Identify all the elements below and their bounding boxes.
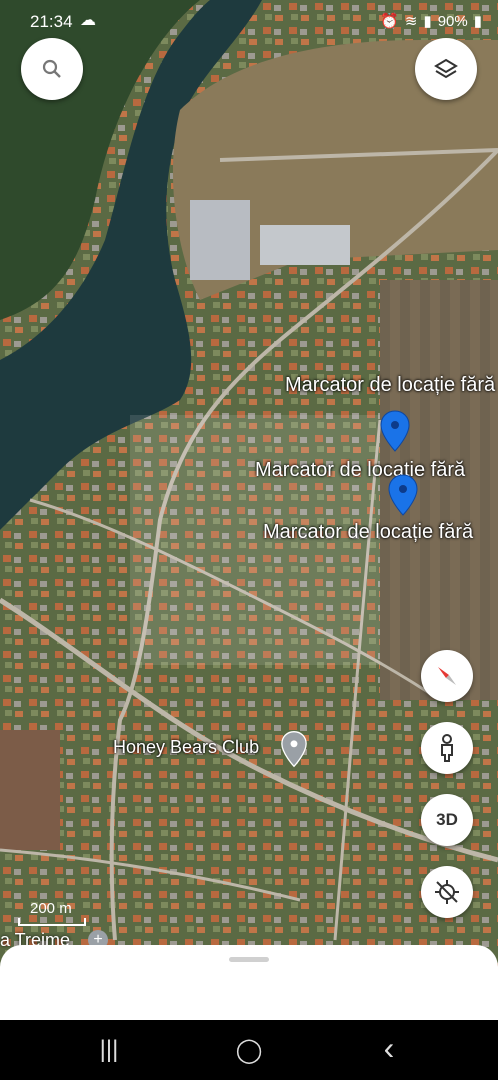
my-location-button[interactable] (421, 866, 473, 918)
home-button[interactable]: ◯ (229, 1036, 269, 1065)
street-view-button[interactable] (421, 722, 473, 774)
3d-view-button[interactable]: 3D (421, 794, 473, 846)
back-button[interactable]: ‹ (369, 1030, 409, 1067)
status-icons: ⏰ ≋ ▮ 90% ▮ (380, 12, 482, 31)
location-off-icon (435, 880, 459, 904)
system-nav-bar: ||| ◯ ‹ (0, 1020, 498, 1080)
3d-label: 3D (436, 810, 458, 829)
compass-button[interactable] (421, 650, 473, 702)
layers-button[interactable] (415, 38, 477, 100)
status-bar: 21:34 ☁ ⏰ ≋ ▮ 90% ▮ (0, 0, 498, 44)
marker-label[interactable]: Marcator de locație fără (285, 374, 495, 397)
bottom-sheet[interactable] (0, 945, 498, 1020)
wifi-icon: ≋ (404, 13, 418, 30)
scale-bar-line (18, 918, 86, 926)
battery-level: 90% (437, 12, 468, 30)
battery-icon: ▮ (473, 13, 482, 30)
poi-pin-icon[interactable] (281, 730, 307, 768)
map-imagery (0, 0, 498, 1020)
poi-label[interactable]: Honey Bears Club (113, 737, 259, 758)
pegman-icon (441, 734, 453, 762)
alarm-icon: ⏰ (380, 13, 399, 30)
location-marker-pin[interactable] (380, 410, 410, 452)
status-time: 21:34 (30, 12, 73, 31)
scale-label: 200 m (30, 900, 72, 917)
layers-icon (434, 58, 458, 79)
location-marker-pin[interactable] (388, 474, 418, 516)
marker-label[interactable]: Marcator de locație fără (263, 521, 473, 544)
cloud-icon: ☁ (80, 12, 96, 29)
drag-handle[interactable] (229, 957, 269, 962)
satellite-map[interactable]: Marcator de locație fără Marcator de loc… (0, 0, 498, 1020)
signal-icon: ▮ (423, 13, 432, 30)
scale-bar: 200 m (18, 900, 86, 926)
recent-apps-button[interactable]: ||| (89, 1036, 129, 1064)
search-button[interactable] (21, 38, 83, 100)
search-icon (42, 59, 61, 78)
compass-icon (438, 667, 456, 685)
marker-label[interactable]: Marcator de locație fără (255, 459, 465, 482)
